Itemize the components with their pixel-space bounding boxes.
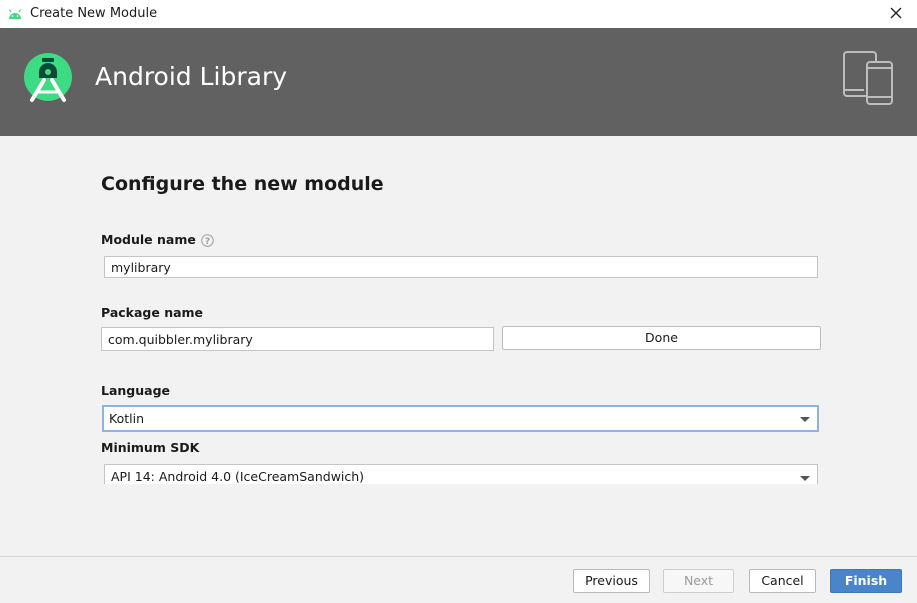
module-name-label: Module name ? bbox=[101, 232, 214, 247]
module-name-input[interactable]: mylibrary bbox=[104, 256, 818, 278]
minimum-sdk-select-value: API 14: Android 4.0 (IceCreamSandwich) bbox=[111, 469, 365, 484]
module-name-label-text: Module name bbox=[101, 232, 196, 247]
footer-divider bbox=[0, 556, 917, 557]
previous-button[interactable]: Previous bbox=[573, 569, 650, 593]
package-name-input[interactable]: com.quibbler.mylibrary bbox=[101, 327, 494, 351]
language-select-value: Kotlin bbox=[109, 411, 144, 426]
banner-title: Android Library bbox=[95, 62, 288, 91]
header-banner: Android Library bbox=[0, 28, 917, 136]
tablet-phone-icon bbox=[843, 51, 893, 105]
chevron-down-icon bbox=[800, 416, 810, 422]
done-button[interactable]: Done bbox=[502, 326, 821, 350]
cancel-button[interactable]: Cancel bbox=[749, 569, 816, 593]
svg-text:?: ? bbox=[205, 237, 210, 247]
minimum-sdk-select[interactable]: API 14: Android 4.0 (IceCreamSandwich) bbox=[104, 464, 818, 484]
package-name-label: Package name bbox=[101, 305, 204, 320]
help-icon[interactable]: ? bbox=[201, 234, 214, 247]
window-title: Create New Module bbox=[30, 6, 158, 21]
next-button[interactable]: Next bbox=[663, 569, 734, 593]
language-select[interactable]: Kotlin bbox=[102, 405, 819, 432]
window-titlebar: Create New Module bbox=[0, 0, 917, 29]
minimum-sdk-label: Minimum SDK bbox=[101, 440, 200, 455]
page-title: Configure the new module bbox=[101, 173, 384, 195]
android-studio-logo-icon bbox=[24, 53, 72, 102]
close-icon[interactable] bbox=[887, 4, 905, 22]
finish-button[interactable]: Finish bbox=[830, 569, 902, 593]
android-icon bbox=[8, 9, 22, 19]
language-label: Language bbox=[101, 383, 171, 398]
chevron-down-icon bbox=[800, 476, 810, 481]
